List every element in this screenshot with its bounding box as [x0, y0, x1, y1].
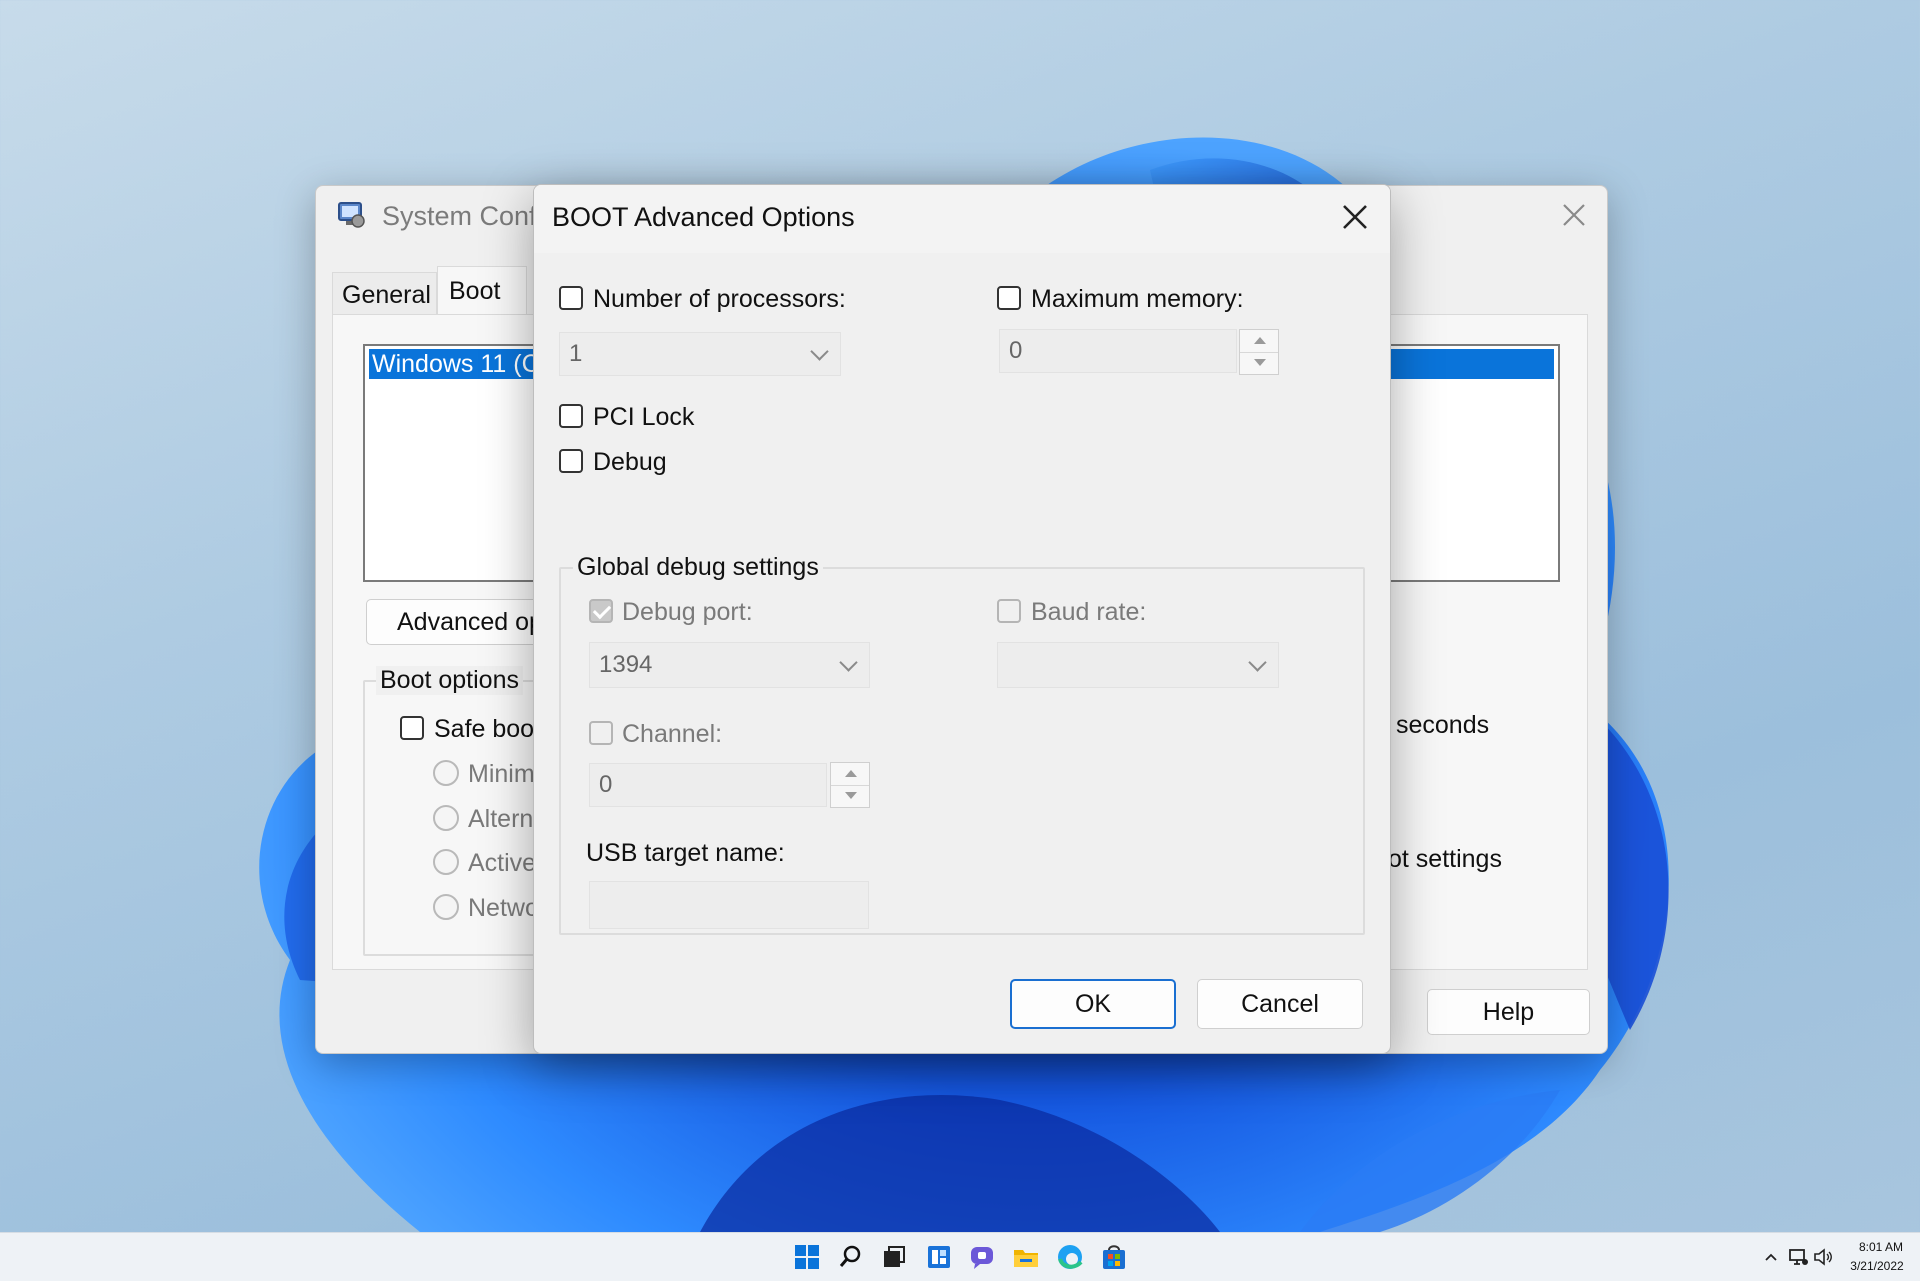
- start-icon[interactable]: [793, 1243, 821, 1271]
- dialog-title: BOOT Advanced Options: [552, 202, 855, 232]
- widgets-icon[interactable]: [925, 1243, 953, 1271]
- debug-port-select[interactable]: 1394: [589, 642, 870, 688]
- number-of-processors-label: Number of processors:: [593, 285, 846, 313]
- maximum-memory-label: Maximum memory:: [1031, 285, 1244, 313]
- window-title: System Conf: [382, 201, 537, 231]
- spin-down-icon[interactable]: [831, 785, 869, 807]
- chevron-down-icon: [1248, 653, 1267, 672]
- ok-button[interactable]: OK: [1010, 979, 1176, 1029]
- channel-input[interactable]: 0: [589, 763, 827, 807]
- maximum-memory-input[interactable]: 0: [999, 329, 1237, 373]
- channel-spinner[interactable]: [830, 762, 870, 808]
- pci-lock-checkbox[interactable]: [559, 404, 583, 428]
- baud-rate-checkbox[interactable]: [997, 599, 1021, 623]
- usb-target-name-label: USB target name:: [586, 839, 785, 867]
- baud-rate-select[interactable]: [997, 642, 1279, 688]
- radio-active-directory[interactable]: [433, 849, 459, 875]
- network-icon[interactable]: [1787, 1246, 1809, 1268]
- maximum-memory-checkbox[interactable]: [997, 286, 1021, 310]
- volume-icon[interactable]: [1812, 1246, 1834, 1268]
- clock-time[interactable]: 8:01 AM: [1855, 1240, 1907, 1254]
- radio-network[interactable]: [433, 894, 459, 920]
- radio-minimal[interactable]: [433, 760, 459, 786]
- safe-boot-checkbox[interactable]: [400, 716, 424, 740]
- debug-checkbox[interactable]: [559, 449, 583, 473]
- channel-label: Channel:: [622, 720, 723, 748]
- global-debug-settings-title: Global debug settings: [573, 553, 823, 582]
- debug-port-checkbox[interactable]: [589, 599, 613, 623]
- debug-label: Debug: [593, 448, 667, 476]
- timeout-seconds-label: seconds: [1396, 711, 1490, 739]
- safe-boot-label: Safe boo: [434, 715, 535, 743]
- advanced-options-button[interactable]: Advanced op: [366, 599, 546, 645]
- spin-up-icon[interactable]: [831, 763, 869, 786]
- chevron-up-icon[interactable]: [1763, 1249, 1779, 1265]
- number-of-processors-checkbox[interactable]: [559, 286, 583, 310]
- help-button[interactable]: Help: [1427, 989, 1590, 1035]
- tab-boot[interactable]: Boot: [437, 266, 527, 316]
- taskbar: 8:01 AM 3/21/2022: [0, 1232, 1920, 1281]
- search-icon[interactable]: [837, 1243, 865, 1271]
- pci-lock-label: PCI Lock: [593, 403, 695, 431]
- task-view-icon[interactable]: [880, 1243, 908, 1271]
- store-icon[interactable]: [1100, 1243, 1128, 1271]
- radio-active-label: Active: [468, 849, 537, 877]
- radio-alternate-label: Altern: [468, 805, 534, 833]
- maximum-memory-spinner[interactable]: [1239, 329, 1279, 375]
- usb-target-name-input[interactable]: [589, 881, 869, 929]
- clock-date[interactable]: 3/21/2022: [1847, 1259, 1907, 1273]
- tab-general[interactable]: General: [332, 272, 437, 314]
- spin-down-icon[interactable]: [1240, 352, 1278, 374]
- boot-advanced-options-dialog: BOOT Advanced Options Number of processo…: [533, 184, 1391, 1054]
- system-config-icon: [336, 200, 366, 230]
- radio-alternate-shell[interactable]: [433, 805, 459, 831]
- chevron-down-icon: [810, 342, 829, 361]
- number-of-processors-select[interactable]: 1: [559, 332, 841, 376]
- file-explorer-icon[interactable]: [1012, 1243, 1040, 1271]
- radio-network-label: Netwo: [468, 894, 539, 922]
- close-icon[interactable]: [1339, 201, 1371, 233]
- debug-port-label: Debug port:: [622, 598, 753, 626]
- chevron-down-icon: [839, 653, 858, 672]
- channel-checkbox[interactable]: [589, 721, 613, 745]
- baud-rate-label: Baud rate:: [1031, 598, 1147, 626]
- boot-options-title: Boot options: [376, 666, 523, 695]
- edge-icon[interactable]: [1056, 1243, 1084, 1271]
- cancel-button[interactable]: Cancel: [1197, 979, 1363, 1029]
- close-icon[interactable]: [1559, 200, 1589, 230]
- spin-up-icon[interactable]: [1240, 330, 1278, 353]
- chat-icon[interactable]: [969, 1243, 997, 1271]
- make-boot-settings-label: ot settings: [1388, 845, 1502, 873]
